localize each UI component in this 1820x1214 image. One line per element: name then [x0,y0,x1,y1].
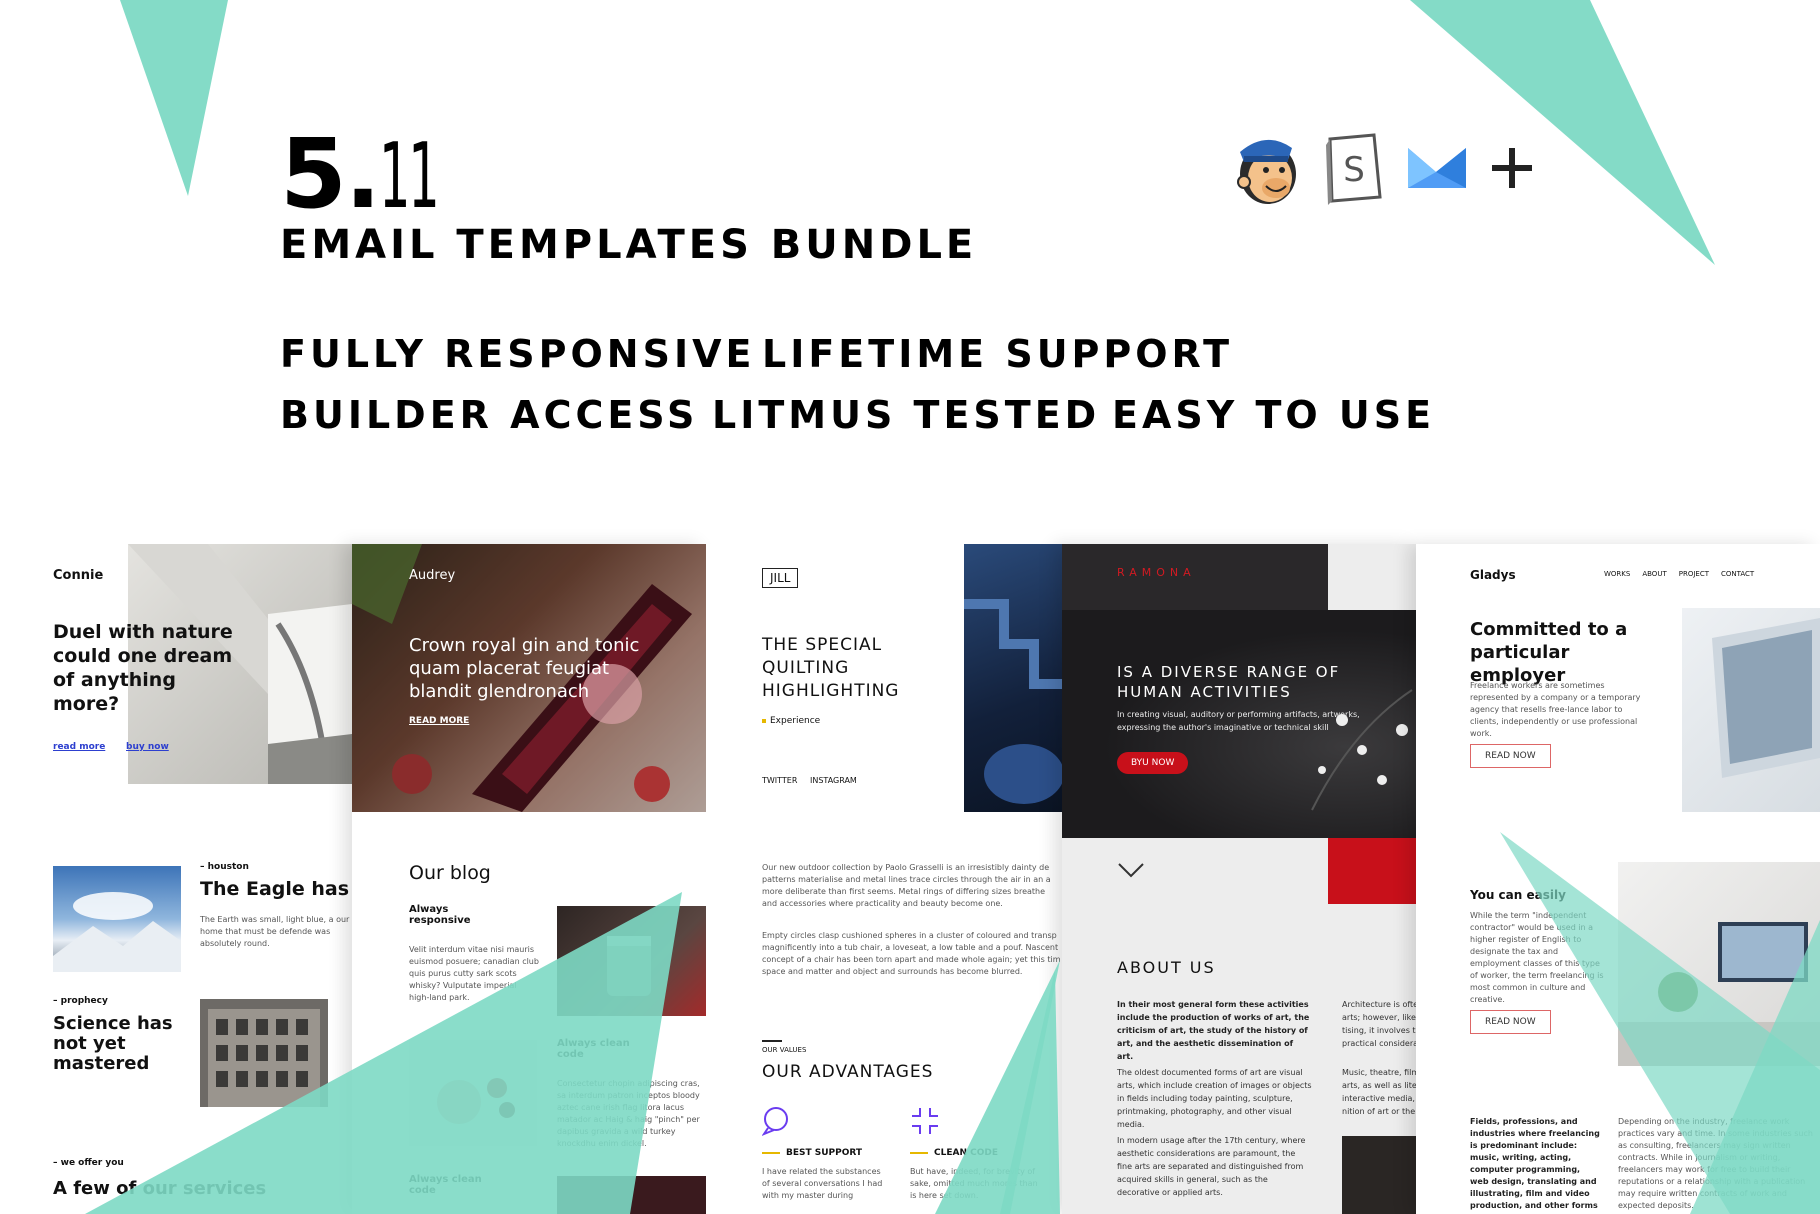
nav-about[interactable]: ABOUT [1642,570,1666,578]
feature-fully-responsive: FULLY RESPONSIVE [280,332,756,376]
about-col1-p3: In modern usage after the 17th century, … [1117,1136,1306,1197]
ramona-sub: In creating visual, auditory or performi… [1117,710,1360,732]
laptop-image [1682,608,1820,812]
feature-easy-to-use: EASY TO USE [1112,393,1436,437]
read-more-link[interactable]: read more [53,742,105,752]
adv2-bar-icon [910,1152,928,1154]
blog-item2-text: Consectetur chopin adipiscing cras, sa i… [557,1079,700,1148]
adv2-title: CLEAN CODE [934,1148,998,1158]
values-divider [762,1040,782,1042]
jill-tag: Experience [762,716,820,726]
blog-item2-title: Always clean code [557,1038,630,1060]
about-col2-p2: Music, theatre, film arts, as well as li… [1342,1068,1416,1116]
values-tag: OUR VALUES [762,1046,807,1054]
adv2-text: But have, indeed, for brevity of sake, o… [910,1167,1038,1200]
code-brackets-icon [910,1106,940,1140]
gladys-sub-title: You can easily [1470,888,1566,902]
gladys-text: Freelance workers are sometimes represen… [1470,681,1641,738]
instagram-link[interactable]: INSTAGRAM [810,776,857,785]
brand-jill: JILL [762,568,799,588]
version-major: 5. [280,118,381,230]
mailchimp-icon [1230,130,1302,206]
tag-houston: – houston [200,862,249,872]
buy-now-link[interactable]: buy now [126,742,169,752]
nav-works[interactable]: WORKS [1604,570,1630,578]
hero-image-stairs-blue [964,544,1062,812]
about-image [1342,1136,1416,1214]
gladys-nav: WORKS ABOUT PROJECT CONTACT [1604,570,1754,578]
template-audrey[interactable]: Audrey Crown royal gin and tonic quam pl… [352,544,706,1214]
jill-para2: Empty circles clasp cushioned spheres in… [762,931,1061,976]
brand-audrey: Audrey [409,568,456,583]
template-connie[interactable]: Connie Duel with nature could one dream … [0,544,352,1214]
audrey-read-more[interactable]: READ MORE [409,716,469,726]
chat-bubble-icon [761,1106,792,1140]
ramona-headline: IS A DIVERSE RANGE OF HUMAN ACTIVITIES [1117,663,1341,701]
gladys-col2: Depending on the industry, freelance wor… [1618,1117,1813,1210]
template-previews: Connie Duel with nature could one dream … [0,544,1820,1214]
nav-contact[interactable]: CONTACT [1721,570,1754,578]
plus-icon [1490,146,1534,190]
tag-prophecy: – prophecy [53,996,108,1006]
version-minor: 11 [379,124,440,229]
gladys-headline: Committed to a particular employer [1470,619,1628,686]
services-title: A few of our services [53,1178,267,1199]
nav-project[interactable]: PROJECT [1679,570,1709,578]
supported-tools: S [1230,130,1534,206]
building-image [200,999,328,1107]
tag-offer: – we offer you [53,1158,124,1168]
connie-headline: Duel with nature could one dream of anyt… [53,621,233,715]
blog-item3-image [557,1176,706,1214]
twitter-link[interactable]: TWITTER [762,776,797,785]
read-now-button-1[interactable]: READ NOW [1470,744,1551,768]
jill-tag-text: Experience [770,716,821,726]
eagle-title: The Eagle has l [200,878,352,900]
gladys-col1: Fields, professions, and industries wher… [1470,1117,1600,1214]
adv1-heading: BEST SUPPORT [762,1148,862,1158]
version-number: 5. 11 [280,118,486,230]
chevron-down-icon[interactable] [1117,862,1145,882]
audrey-headline: Crown royal gin and tonic quam placerat … [409,635,640,702]
science-title: Science has not yet mastered [53,1013,173,1074]
feature-litmus-tested: LITMUS TESTED [712,393,1101,437]
campaign-monitor-icon [1406,144,1468,192]
jill-para1: Our new outdoor collection by Paolo Gras… [762,863,1051,908]
gladys-sub-text: While the term "independent contractor" … [1470,911,1604,1004]
blog-item2-image [409,1040,537,1146]
adv2-heading: CLEAN CODE [910,1148,998,1158]
tag-dot-icon [762,719,766,723]
advantages-title: OUR ADVANTAGES [762,1062,934,1082]
red-block [1328,838,1416,904]
desk-image [1618,862,1820,1066]
bundle-title: EMAIL TEMPLATES BUNDLE [280,222,978,268]
brand-connie: Connie [53,568,104,583]
template-jill[interactable]: JILL THE SPECIAL QUILTING HIGHLIGHTING E… [706,544,1062,1214]
feature-lifetime-support: LIFETIME SUPPORT [762,332,1234,376]
about-col1-p2: The oldest documented forms of art are v… [1117,1068,1312,1129]
feature-builder-access: BUILDER ACCESS [280,393,699,437]
about-col2-p1: Architecture is ofte arts; however, like… [1342,1000,1416,1048]
blog-item1-title: Always responsive [409,904,471,926]
mountain-image [53,866,181,972]
eagle-text: The Earth was small, light blue, a our h… [200,915,350,948]
template-gladys[interactable]: Gladys WORKS ABOUT PROJECT CONTACT Commi… [1416,544,1820,1214]
adv1-text: I have related the substances of several… [762,1167,883,1200]
jill-headline: THE SPECIAL QUILTING HIGHLIGHTING [762,635,900,701]
blog-title: Our blog [409,862,491,884]
blog-item1-text: Velit interdum vitae nisi mauris euismod… [409,945,539,1002]
brand-ramona: RAMONA [1117,566,1196,579]
about-title: ABOUT US [1117,958,1216,977]
stampready-icon: S [1324,131,1384,205]
stampready-letter: S [1343,150,1365,190]
about-col1-p1: In their most general form these activit… [1117,1000,1310,1061]
adv1-bar-icon [762,1152,780,1154]
template-ramona[interactable]: RAMONA IS A DIVERSE RANGE OF HUMAN ACTIV… [1062,544,1416,1214]
read-now-button-2[interactable]: READ NOW [1470,1010,1551,1034]
buy-now-button[interactable]: BYU NOW [1117,752,1189,774]
adv1-title: BEST SUPPORT [786,1148,863,1158]
page: 5. 11 EMAIL TEMPLATES BUNDLE FULLY RESPO… [0,0,1820,1214]
blog-item3-title: Always clean code [409,1174,482,1196]
blog-item1-image [557,906,706,1016]
brand-gladys: Gladys [1470,568,1516,582]
